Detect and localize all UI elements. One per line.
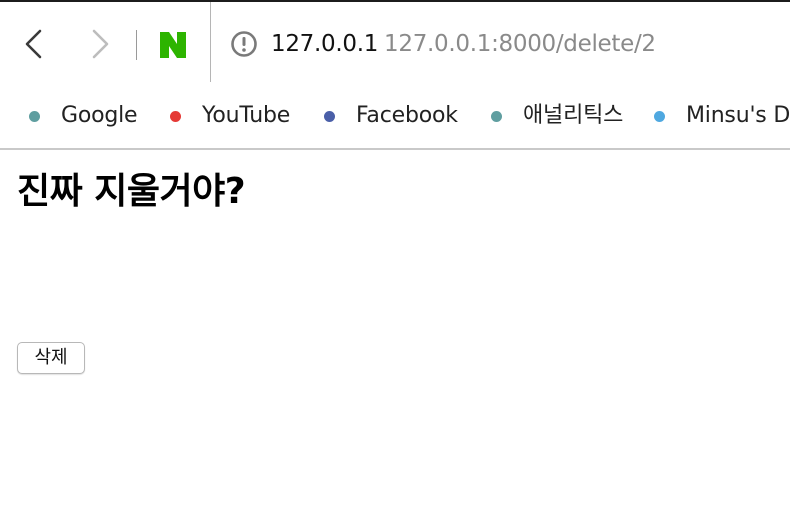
delete-button[interactable]: 삭제 xyxy=(17,342,85,374)
chevron-left-icon xyxy=(25,29,42,59)
address-bar-divider xyxy=(210,2,211,84)
info-circle-icon[interactable] xyxy=(230,30,258,58)
bookmark-label: Google xyxy=(61,103,138,128)
back-button[interactable] xyxy=(22,28,46,60)
naver-n-icon[interactable] xyxy=(158,30,188,60)
browser-window: 127.0.0.1 127.0.0.1:8000/delete/2 Google … xyxy=(0,0,790,512)
browser-toolbar: 127.0.0.1 127.0.0.1:8000/delete/2 xyxy=(0,0,790,84)
bookmark-dot-icon xyxy=(654,111,665,122)
bookmark-label: 애널리틱스 xyxy=(523,103,624,128)
bookmark-dot-icon xyxy=(491,111,502,122)
page-heading: 진짜 지울거야? xyxy=(17,171,246,212)
bookmark-label: Minsu's D xyxy=(686,103,790,128)
chevron-right-icon xyxy=(92,29,109,59)
bookmark-label: YouTube xyxy=(202,103,291,128)
bookmark-dot-icon xyxy=(324,111,335,122)
toolbar-divider xyxy=(136,30,137,60)
forward-button[interactable] xyxy=(88,28,112,60)
address-host: 127.0.0.1 xyxy=(271,31,379,57)
naver-logo-icon xyxy=(160,32,186,58)
bookmark-label: Facebook xyxy=(356,103,458,128)
address-bar[interactable]: 127.0.0.1 127.0.0.1:8000/delete/2 xyxy=(271,28,656,60)
bookmark-dot-icon xyxy=(29,111,40,122)
site-info-icon xyxy=(231,31,257,57)
bookmark-dot-icon xyxy=(170,111,181,122)
bookmarks-bar: Google YouTube Facebook 애널리틱스 Minsu's D xyxy=(0,82,790,149)
bookmarks-bottom-border xyxy=(0,148,790,150)
address-full-url: 127.0.0.1:8000/delete/2 xyxy=(384,31,656,57)
